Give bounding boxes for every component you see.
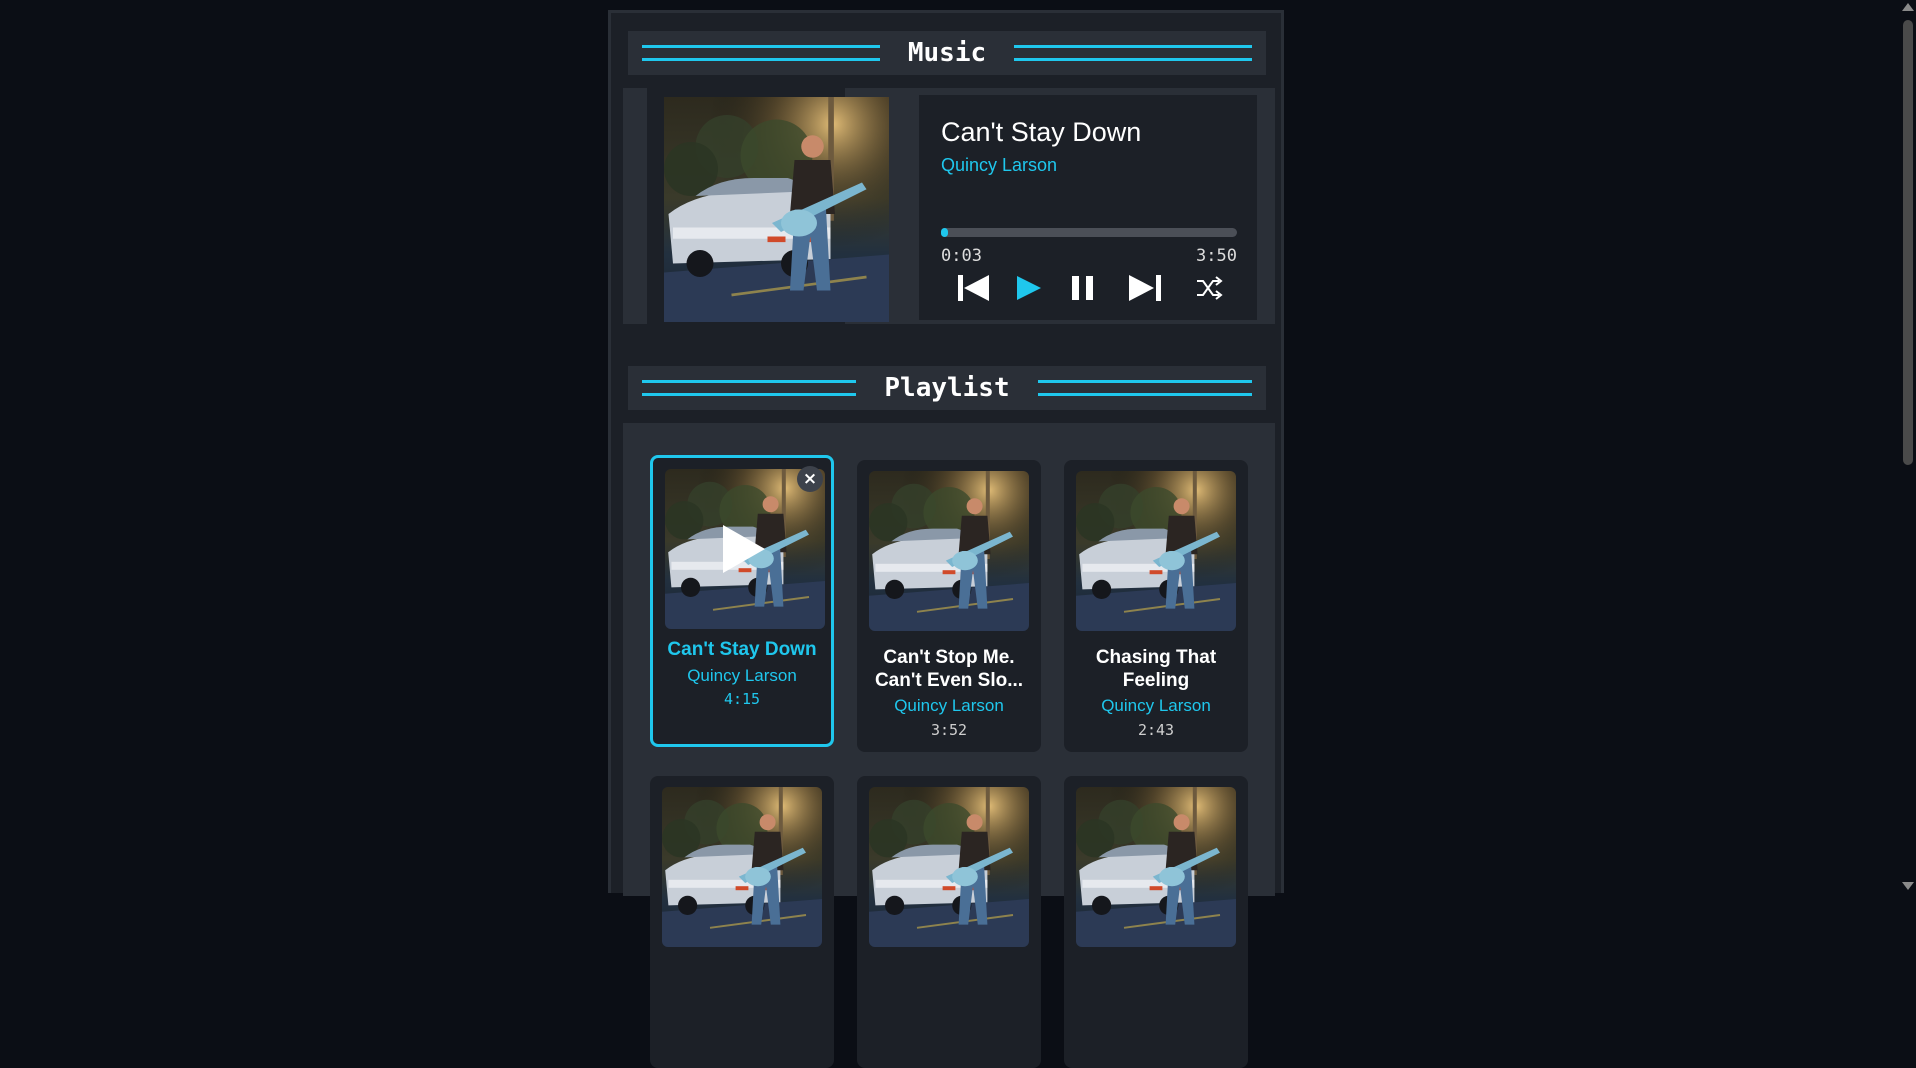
player-panel: Can't Stay Down Quincy Larson 0:03 3:50	[623, 88, 1275, 324]
header-decor-left	[642, 380, 857, 396]
song-title: Can't Stay Down	[667, 639, 817, 660]
song-cover	[869, 787, 1029, 947]
song-cover	[665, 469, 825, 629]
header-decor-left	[642, 45, 880, 61]
playlist-song-card[interactable]: Can't Stop Me. Can't Even Slo... Quincy …	[857, 460, 1041, 752]
album-cover	[664, 97, 889, 322]
header-decor-right	[1014, 45, 1252, 61]
shuffle-button[interactable]	[1195, 269, 1223, 305]
song-title: Chasing That Feeling	[1095, 647, 1217, 691]
playlist-song-card[interactable]	[650, 776, 834, 1068]
song-duration: 3:52	[930, 721, 968, 739]
playlist-header: Playlist	[628, 366, 1266, 410]
scroll-thumb[interactable]	[1903, 20, 1913, 465]
playlist-song-card[interactable]: Chasing That Feeling Quincy Larson 2:43	[1064, 460, 1248, 752]
scroll-up-arrow[interactable]	[1902, 3, 1914, 11]
playlist-title: Playlist	[884, 373, 1010, 403]
song-cover	[869, 471, 1029, 631]
scroll-down-arrow[interactable]	[1902, 882, 1914, 890]
play-icon	[1017, 276, 1041, 300]
header-decor-right	[1037, 380, 1253, 396]
song-artist: Quincy Larson	[894, 696, 1004, 715]
close-icon: ×	[802, 469, 818, 489]
previous-icon	[958, 275, 989, 301]
playlist-song-card[interactable]	[1064, 776, 1248, 1068]
song-artist: Quincy Larson	[687, 666, 797, 685]
progress-fill	[941, 228, 948, 237]
song-cover	[1076, 787, 1236, 947]
current-song-title: Can't Stay Down	[941, 117, 1142, 147]
song-artist: Quincy Larson	[1101, 696, 1211, 715]
total-time: 3:50	[1196, 246, 1237, 266]
song-info-panel: Can't Stay Down Quincy Larson 0:03 3:50	[919, 95, 1257, 320]
music-player-app: Music Can't Stay Down Quincy Larson 0:03…	[608, 10, 1284, 1068]
playlist-song-card[interactable]: × Can't Stay Down Quincy Larson 4:15	[650, 455, 834, 747]
song-cover	[662, 787, 822, 947]
next-button[interactable]	[1127, 269, 1165, 305]
song-cover	[1076, 471, 1236, 631]
player-header: Music	[628, 31, 1266, 75]
previous-button[interactable]	[955, 269, 991, 305]
pause-button[interactable]	[1069, 269, 1099, 305]
next-icon	[1129, 275, 1161, 301]
current-song-artist: Quincy Larson	[941, 155, 1058, 175]
song-title: Can't Stop Me. Can't Even Slo...	[874, 647, 1024, 691]
current-time: 0:03	[941, 246, 982, 266]
play-icon	[719, 519, 769, 583]
player-title: Music	[907, 38, 987, 68]
shuffle-icon	[1197, 276, 1223, 300]
song-duration: 4:15	[723, 690, 761, 708]
pause-icon	[1072, 276, 1093, 300]
play-button[interactable]	[1014, 269, 1044, 305]
remove-song-button[interactable]: ×	[797, 466, 823, 492]
playlist-panel: × Can't Stay Down Quincy Larson 4:15 Can…	[623, 423, 1275, 1068]
page-scrollbar[interactable]	[1899, 0, 1916, 893]
song-duration: 2:43	[1137, 721, 1175, 739]
progress-bar[interactable]	[941, 228, 1237, 237]
playlist-song-card[interactable]	[857, 776, 1041, 1068]
